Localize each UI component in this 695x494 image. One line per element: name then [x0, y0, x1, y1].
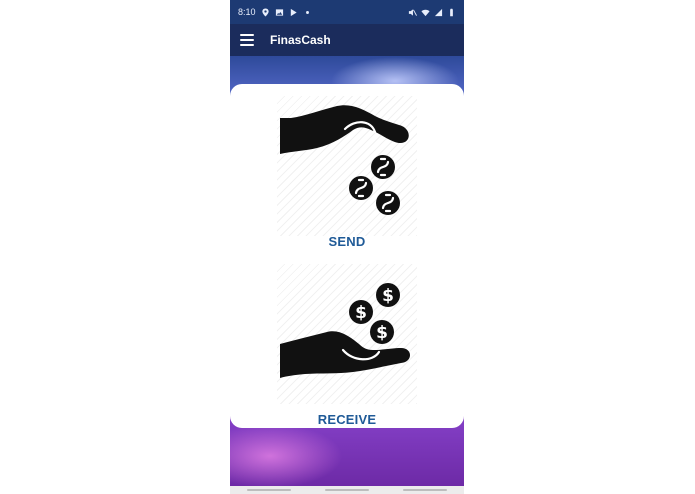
hamburger-menu-icon[interactable] — [240, 34, 254, 46]
send-button[interactable]: SEND — [230, 96, 464, 256]
dot-icon — [303, 8, 312, 17]
status-bar: 8:10 — [230, 0, 464, 24]
app-bar: FinasCash — [230, 24, 464, 56]
mute-icon — [408, 8, 417, 17]
svg-text:$: $ — [376, 323, 388, 343]
system-nav-bar — [230, 486, 464, 494]
actions-card: SEND $ $ $ RECEIVE — [230, 84, 464, 428]
status-time: 8:10 — [238, 7, 256, 17]
nav-home[interactable] — [325, 489, 369, 491]
nav-back[interactable] — [403, 489, 447, 491]
svg-text:$: $ — [382, 286, 394, 306]
status-left: 8:10 — [238, 7, 312, 17]
play-store-icon — [289, 8, 298, 17]
hand-receiving-coins-icon: $ $ $ — [277, 264, 417, 404]
wifi-icon — [421, 8, 430, 17]
battery-icon — [447, 8, 456, 17]
status-right — [408, 8, 456, 17]
app-title: FinasCash — [270, 33, 331, 47]
image-icon — [275, 8, 284, 17]
send-label: SEND — [328, 234, 366, 249]
receive-button[interactable]: $ $ $ RECEIVE — [230, 264, 464, 428]
location-icon — [261, 7, 270, 17]
receive-label: RECEIVE — [317, 412, 377, 427]
svg-text:$: $ — [355, 303, 367, 323]
nav-recents[interactable] — [247, 489, 291, 491]
signal-icon — [434, 8, 443, 17]
phone-screen: 8:10 FinasCash SEND $ $ $ RECEIVE — [230, 0, 464, 494]
hand-giving-coins-icon — [277, 96, 417, 236]
